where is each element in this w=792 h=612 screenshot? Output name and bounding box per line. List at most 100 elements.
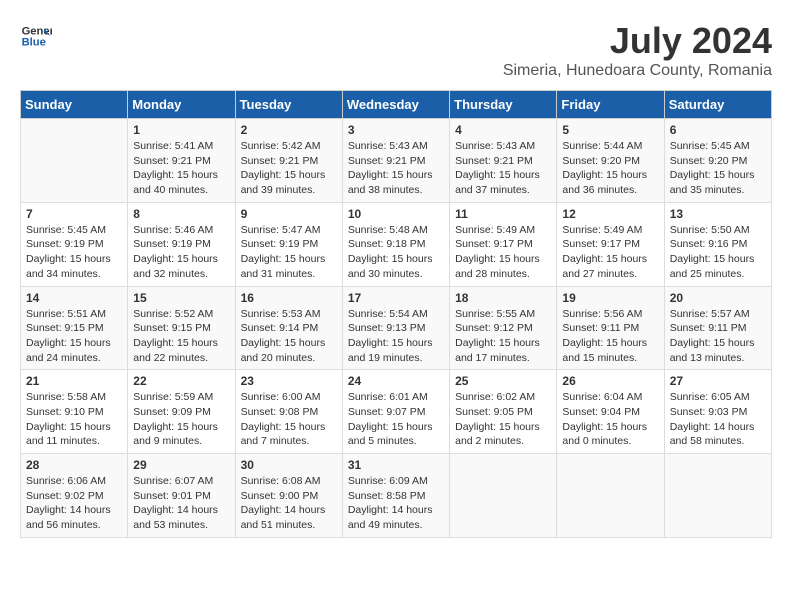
day-info: Sunrise: 5:49 AM Sunset: 9:17 PM Dayligh… bbox=[562, 223, 658, 282]
day-info: Sunrise: 5:53 AM Sunset: 9:14 PM Dayligh… bbox=[241, 307, 337, 366]
weekday-header: Saturday bbox=[664, 91, 771, 119]
day-number: 7 bbox=[26, 207, 122, 221]
day-info: Sunrise: 5:54 AM Sunset: 9:13 PM Dayligh… bbox=[348, 307, 444, 366]
day-info: Sunrise: 5:48 AM Sunset: 9:18 PM Dayligh… bbox=[348, 223, 444, 282]
day-info: Sunrise: 5:44 AM Sunset: 9:20 PM Dayligh… bbox=[562, 139, 658, 198]
day-info: Sunrise: 5:47 AM Sunset: 9:19 PM Dayligh… bbox=[241, 223, 337, 282]
weekday-header: Sunday bbox=[21, 91, 128, 119]
day-number: 23 bbox=[241, 374, 337, 388]
day-info: Sunrise: 6:07 AM Sunset: 9:01 PM Dayligh… bbox=[133, 474, 229, 533]
day-info: Sunrise: 5:41 AM Sunset: 9:21 PM Dayligh… bbox=[133, 139, 229, 198]
logo: General Blue bbox=[20, 20, 52, 52]
weekday-header: Thursday bbox=[450, 91, 557, 119]
day-number: 27 bbox=[670, 374, 766, 388]
calendar-week-row: 21Sunrise: 5:58 AM Sunset: 9:10 PM Dayli… bbox=[21, 370, 772, 454]
weekday-header: Friday bbox=[557, 91, 664, 119]
calendar-cell: 11Sunrise: 5:49 AM Sunset: 9:17 PM Dayli… bbox=[450, 202, 557, 286]
day-number: 1 bbox=[133, 123, 229, 137]
calendar-cell bbox=[557, 454, 664, 538]
svg-text:Blue: Blue bbox=[22, 37, 46, 49]
calendar-cell: 2 Sunrise: 5:42 AM Sunset: 9:21 PM Daylig… bbox=[235, 119, 342, 203]
day-number: 5 bbox=[562, 123, 658, 137]
calendar-cell: 7 Sunrise: 5:45 AM Sunset: 9:19 PM Daylig… bbox=[21, 202, 128, 286]
day-info: Sunrise: 6:01 AM Sunset: 9:07 PM Dayligh… bbox=[348, 390, 444, 449]
calendar-cell: 23 Sunrise: 6:00 AM Sunset: 9:08 PM Dayli… bbox=[235, 370, 342, 454]
calendar-cell: 30 Sunrise: 6:08 AM Sunset: 9:00 PM Dayli… bbox=[235, 454, 342, 538]
calendar-cell: 9 Sunrise: 5:47 AM Sunset: 9:19 PM Daylig… bbox=[235, 202, 342, 286]
day-number: 19 bbox=[562, 291, 658, 305]
day-number: 22 bbox=[133, 374, 229, 388]
calendar-cell: 21Sunrise: 5:58 AM Sunset: 9:10 PM Dayli… bbox=[21, 370, 128, 454]
day-info: Sunrise: 6:08 AM Sunset: 9:00 PM Dayligh… bbox=[241, 474, 337, 533]
calendar-cell: 20 Sunrise: 5:57 AM Sunset: 9:11 PM Dayli… bbox=[664, 286, 771, 370]
calendar-cell: 16 Sunrise: 5:53 AM Sunset: 9:14 PM Dayli… bbox=[235, 286, 342, 370]
day-number: 6 bbox=[670, 123, 766, 137]
calendar-cell: 22 Sunrise: 5:59 AM Sunset: 9:09 PM Dayli… bbox=[128, 370, 235, 454]
calendar-cell: 29Sunrise: 6:07 AM Sunset: 9:01 PM Dayli… bbox=[128, 454, 235, 538]
calendar-cell: 4 Sunrise: 5:43 AM Sunset: 9:21 PM Daylig… bbox=[450, 119, 557, 203]
day-info: Sunrise: 5:55 AM Sunset: 9:12 PM Dayligh… bbox=[455, 307, 551, 366]
calendar-cell: 26Sunrise: 6:04 AM Sunset: 9:04 PM Dayli… bbox=[557, 370, 664, 454]
calendar-cell bbox=[21, 119, 128, 203]
day-number: 31 bbox=[348, 458, 444, 472]
calendar-cell: 31 Sunrise: 6:09 AM Sunset: 8:58 PM Dayli… bbox=[342, 454, 449, 538]
day-number: 25 bbox=[455, 374, 551, 388]
day-number: 8 bbox=[133, 207, 229, 221]
day-number: 4 bbox=[455, 123, 551, 137]
day-info: Sunrise: 5:52 AM Sunset: 9:15 PM Dayligh… bbox=[133, 307, 229, 366]
day-info: Sunrise: 5:43 AM Sunset: 9:21 PM Dayligh… bbox=[455, 139, 551, 198]
day-info: Sunrise: 6:00 AM Sunset: 9:08 PM Dayligh… bbox=[241, 390, 337, 449]
page-title: July 2024 bbox=[503, 20, 772, 62]
day-info: Sunrise: 6:09 AM Sunset: 8:58 PM Dayligh… bbox=[348, 474, 444, 533]
calendar-cell: 3Sunrise: 5:43 AM Sunset: 9:21 PM Daylig… bbox=[342, 119, 449, 203]
day-number: 15 bbox=[133, 291, 229, 305]
weekday-header: Wednesday bbox=[342, 91, 449, 119]
day-info: Sunrise: 5:45 AM Sunset: 9:20 PM Dayligh… bbox=[670, 139, 766, 198]
day-number: 18 bbox=[455, 291, 551, 305]
calendar-header-row: SundayMondayTuesdayWednesdayThursdayFrid… bbox=[21, 91, 772, 119]
day-number: 13 bbox=[670, 207, 766, 221]
day-number: 30 bbox=[241, 458, 337, 472]
day-number: 9 bbox=[241, 207, 337, 221]
calendar-cell bbox=[664, 454, 771, 538]
calendar-cell bbox=[450, 454, 557, 538]
day-number: 26 bbox=[562, 374, 658, 388]
day-info: Sunrise: 5:50 AM Sunset: 9:16 PM Dayligh… bbox=[670, 223, 766, 282]
calendar-body: 1 Sunrise: 5:41 AM Sunset: 9:21 PM Daylig… bbox=[21, 119, 772, 538]
weekday-header: Tuesday bbox=[235, 91, 342, 119]
day-number: 2 bbox=[241, 123, 337, 137]
day-info: Sunrise: 5:57 AM Sunset: 9:11 PM Dayligh… bbox=[670, 307, 766, 366]
calendar-cell: 8Sunrise: 5:46 AM Sunset: 9:19 PM Daylig… bbox=[128, 202, 235, 286]
weekday-header: Monday bbox=[128, 91, 235, 119]
calendar-cell: 24 Sunrise: 6:01 AM Sunset: 9:07 PM Dayli… bbox=[342, 370, 449, 454]
day-info: Sunrise: 5:45 AM Sunset: 9:19 PM Dayligh… bbox=[26, 223, 122, 282]
svg-text:General: General bbox=[22, 25, 52, 37]
day-number: 24 bbox=[348, 374, 444, 388]
calendar-cell: 13 Sunrise: 5:50 AM Sunset: 9:16 PM Dayli… bbox=[664, 202, 771, 286]
day-info: Sunrise: 5:58 AM Sunset: 9:10 PM Dayligh… bbox=[26, 390, 122, 449]
page-subtitle: Simeria, Hunedoara County, Romania bbox=[503, 62, 772, 80]
day-number: 3 bbox=[348, 123, 444, 137]
day-info: Sunrise: 5:59 AM Sunset: 9:09 PM Dayligh… bbox=[133, 390, 229, 449]
calendar-cell: 15 Sunrise: 5:52 AM Sunset: 9:15 PM Dayli… bbox=[128, 286, 235, 370]
page-header: General Blue July 2024 Simeria, Hunedoar… bbox=[20, 20, 772, 80]
day-number: 12 bbox=[562, 207, 658, 221]
calendar-cell: 28Sunrise: 6:06 AM Sunset: 9:02 PM Dayli… bbox=[21, 454, 128, 538]
calendar-cell: 1 Sunrise: 5:41 AM Sunset: 9:21 PM Daylig… bbox=[128, 119, 235, 203]
day-info: Sunrise: 5:42 AM Sunset: 9:21 PM Dayligh… bbox=[241, 139, 337, 198]
calendar-week-row: 1 Sunrise: 5:41 AM Sunset: 9:21 PM Daylig… bbox=[21, 119, 772, 203]
day-number: 10 bbox=[348, 207, 444, 221]
calendar-cell: 12 Sunrise: 5:49 AM Sunset: 9:17 PM Dayli… bbox=[557, 202, 664, 286]
day-number: 16 bbox=[241, 291, 337, 305]
day-info: Sunrise: 6:02 AM Sunset: 9:05 PM Dayligh… bbox=[455, 390, 551, 449]
day-info: Sunrise: 6:06 AM Sunset: 9:02 PM Dayligh… bbox=[26, 474, 122, 533]
calendar-cell: 6 Sunrise: 5:45 AM Sunset: 9:20 PM Daylig… bbox=[664, 119, 771, 203]
day-info: Sunrise: 5:49 AM Sunset: 9:17 PM Dayligh… bbox=[455, 223, 551, 282]
calendar-cell: 19Sunrise: 5:56 AM Sunset: 9:11 PM Dayli… bbox=[557, 286, 664, 370]
logo-icon: General Blue bbox=[20, 20, 52, 52]
title-block: July 2024 Simeria, Hunedoara County, Rom… bbox=[503, 20, 772, 80]
calendar-cell: 25 Sunrise: 6:02 AM Sunset: 9:05 PM Dayli… bbox=[450, 370, 557, 454]
day-number: 20 bbox=[670, 291, 766, 305]
calendar-week-row: 14Sunrise: 5:51 AM Sunset: 9:15 PM Dayli… bbox=[21, 286, 772, 370]
calendar-cell: 17Sunrise: 5:54 AM Sunset: 9:13 PM Dayli… bbox=[342, 286, 449, 370]
